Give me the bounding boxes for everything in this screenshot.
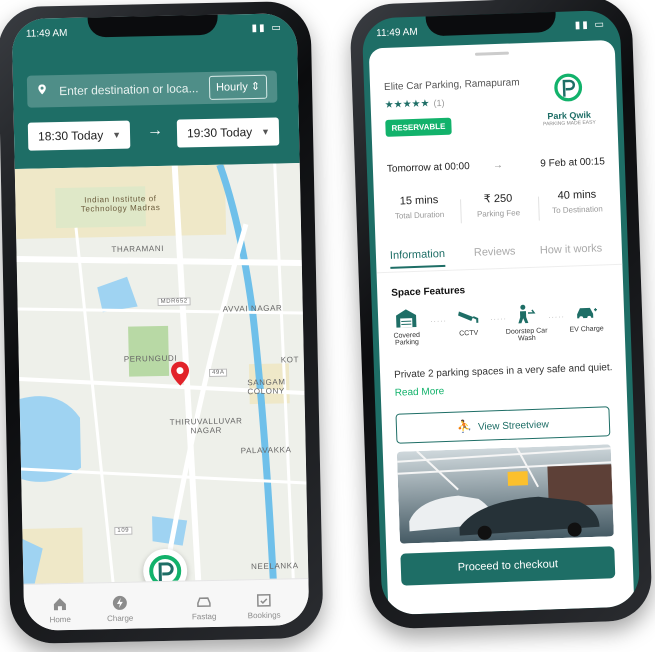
stat-label: To Destination <box>551 204 603 216</box>
parking-photo-image <box>396 444 614 544</box>
features-heading: Space Features <box>391 285 466 299</box>
signal-battery-icon: ▮▮ ▭ <box>251 22 283 35</box>
car-wash-icon <box>518 304 536 324</box>
mode-value: Hourly <box>215 81 248 94</box>
booking-stats: 15 mins Total Duration ₹ 250 Parking Fee 4… <box>382 188 615 236</box>
rating: ★★★★★ (1) <box>385 98 445 111</box>
stat-value: 15 mins <box>399 194 439 208</box>
chevron-down-icon: ▼ <box>261 126 271 137</box>
map-label-avvai-nagar: AVVAI NAGAR <box>222 303 283 314</box>
arrow-right-icon: → <box>146 121 164 140</box>
rating-count: (1) <box>433 97 445 109</box>
phone-left: 11:49 AM ▮▮ ▭ Enter destination or loca.… <box>0 0 324 645</box>
map-label-neelanka: NEELANKA <box>251 561 299 572</box>
stat-label: Parking Fee <box>476 208 521 219</box>
feature-label: Covered Parking <box>393 331 421 347</box>
stat-fee: ₹ 250 Parking Fee <box>461 191 536 220</box>
reservable-badge: RESERVABLE <box>385 117 452 137</box>
proceed-to-checkout-button[interactable]: Proceed to checkout <box>400 546 616 586</box>
tab-home[interactable]: Home <box>32 596 89 625</box>
map-header: 11:49 AM ▮▮ ▭ Enter destination or loca.… <box>11 13 300 170</box>
start-time-select[interactable]: 18:30 Today ▼ <box>27 120 131 151</box>
road-sign-109: 109 <box>114 526 133 536</box>
streetview-label: View Streetview <box>477 419 550 433</box>
car-icon <box>197 597 211 608</box>
end-time-value: 19:30 Today <box>186 125 253 141</box>
map-view[interactable]: Indian Institute of Technology Madras TH… <box>14 163 309 589</box>
map-label-kot: KOT <box>280 355 300 365</box>
parking-photo[interactable] <box>396 444 614 544</box>
map-label-iit: Indian Institute of Technology Madras <box>80 194 161 214</box>
home-icon <box>53 598 67 611</box>
road-sign-mdr652: MDR652 <box>157 297 191 307</box>
status-time: 11:49 AM <box>25 27 68 40</box>
search-input[interactable]: Enter destination or loca... <box>59 81 199 98</box>
tab-how-it-works[interactable]: How it works <box>540 242 603 256</box>
map-label-thiruvalluvar-nagar: THIRUVALLUVAR NAGAR <box>169 416 243 436</box>
end-time-select[interactable]: 19:30 Today ▼ <box>176 117 280 148</box>
star-rating-icon: ★★★★★ <box>384 98 430 111</box>
tab-reviews[interactable]: Reviews <box>474 245 516 258</box>
brand-tagline: PARKING MADE EASY <box>542 119 596 128</box>
brand-logo: Park Qwik PARKING MADE EASY <box>538 68 600 127</box>
stat-value: ₹ 250 <box>483 192 513 206</box>
parking-detail-sheet: Elite Car Parking, Ramapuram ★★★★★ (1) RE… <box>368 39 635 616</box>
ev-charge-icon <box>577 307 597 321</box>
tab-label: Home <box>49 614 71 625</box>
signal-battery-icon: ▮▮ ▭ <box>574 19 607 32</box>
status-time: 11:49 AM <box>376 26 418 40</box>
read-more-link[interactable]: Read More <box>395 386 445 399</box>
feature-label: CCTV <box>459 329 479 338</box>
stat-value: 40 mins <box>557 188 597 202</box>
map-label-perungudi: PERUNGUDI <box>123 353 178 364</box>
feature-covered-parking: Covered Parking <box>382 306 431 347</box>
feature-cctv: CCTV <box>444 304 493 338</box>
chevron-down-icon: ▼ <box>112 129 122 140</box>
map-label-tharamani: THARAMANI <box>111 243 165 255</box>
charge-icon <box>112 595 127 610</box>
tab-label: Charge <box>106 613 134 624</box>
map-label-palavakka: PALAVAKKA <box>240 445 292 456</box>
cctv-icon <box>458 311 479 323</box>
feature-label: Doorstep Car Wash <box>505 327 548 343</box>
bottom-tab-bar: Home Charge Fastag Bookings <box>23 577 310 631</box>
map-screen: 11:49 AM ▮▮ ▭ Enter destination or loca.… <box>11 13 310 631</box>
tab-label: Bookings <box>247 610 281 621</box>
sheet-drag-handle[interactable] <box>474 51 510 56</box>
streetview-person-icon: ⛹ <box>456 419 473 434</box>
parking-description: Private 2 parking spaces in a very safe … <box>393 362 613 381</box>
to-time: 9 Feb at 00:15 <box>540 156 605 170</box>
map-marker-icon[interactable] <box>171 361 190 386</box>
feature-ev-charge: EV Charge <box>562 300 611 334</box>
booking-time-range: Tomorrow at 00:00 → 9 Feb at 00:15 <box>387 156 605 175</box>
arrow-right-icon: → <box>492 159 504 172</box>
search-bar[interactable]: Enter destination or loca... Hourly ⇕ <box>26 70 278 108</box>
calendar-check-icon <box>256 594 271 607</box>
tab-charge[interactable]: Charge <box>92 594 149 623</box>
start-time-value: 18:30 Today <box>37 128 104 144</box>
from-time: Tomorrow at 00:00 <box>386 161 470 175</box>
stat-distance: 40 mins To Destination <box>540 188 615 216</box>
tab-label: Fastag <box>191 611 217 622</box>
map-label-sangam-colony: SANGAM COLONY <box>247 377 286 397</box>
parkqwik-logo-icon <box>554 73 583 102</box>
location-pin-icon <box>38 84 46 95</box>
parking-title: Elite Car Parking, Ramapuram <box>383 77 520 93</box>
phone-right: 11:49 AM ▮▮ ▭ Elite Car Parking, Ramapur… <box>349 0 653 630</box>
feature-label: EV Charge <box>569 325 604 334</box>
feature-car-wash: Doorstep Car Wash <box>502 302 551 343</box>
map-canvas <box>14 163 309 589</box>
stat-label: Total Duration <box>394 209 445 221</box>
road-sign-49a: 49A <box>208 368 228 377</box>
details-screen: 11:49 AM ▮▮ ▭ Elite Car Parking, Ramapur… <box>361 9 641 616</box>
view-streetview-button[interactable]: ⛹ View Streetview <box>395 406 611 444</box>
garage-icon <box>396 309 417 328</box>
tab-bookings[interactable]: Bookings <box>236 591 293 620</box>
stat-duration: 15 mins Total Duration <box>382 194 457 222</box>
phone-notch <box>87 14 218 38</box>
tab-fastag[interactable]: Fastag <box>176 593 233 622</box>
tab-information[interactable]: Information <box>389 247 446 269</box>
mode-select[interactable]: Hourly ⇕ <box>208 74 268 100</box>
select-arrows-icon: ⇕ <box>250 80 261 94</box>
